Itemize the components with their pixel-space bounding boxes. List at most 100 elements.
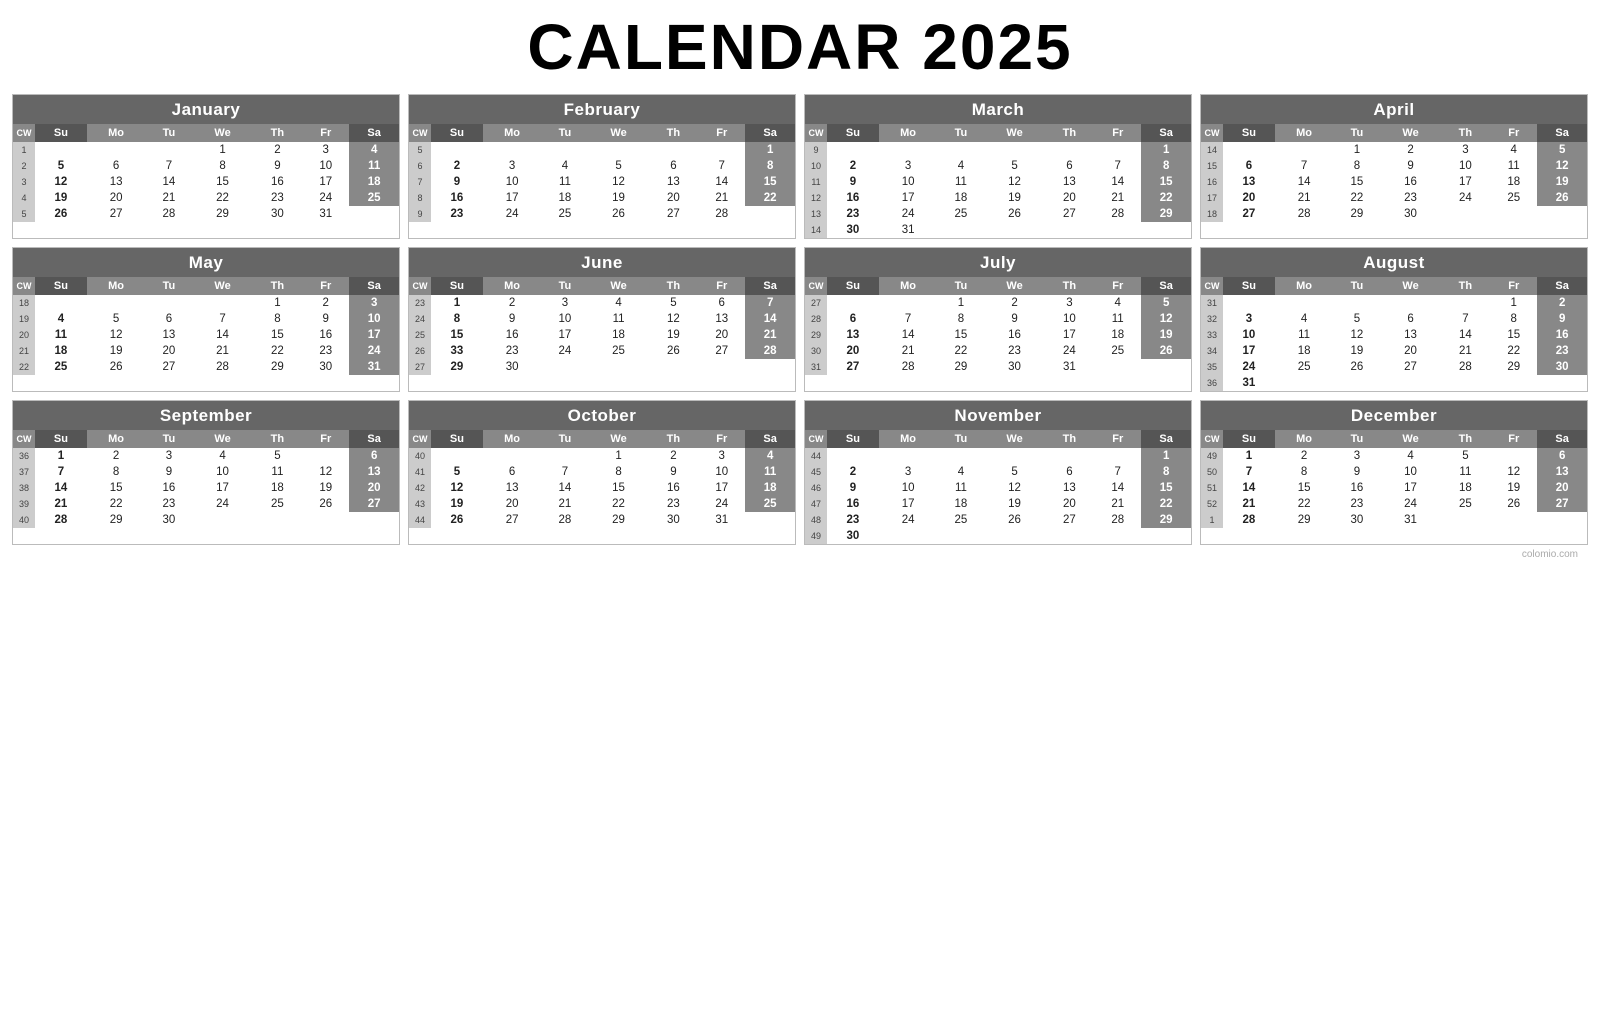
day-cell xyxy=(745,206,795,222)
day-cell: 23 xyxy=(1333,496,1380,512)
day-cell: 25 xyxy=(35,359,87,375)
day-cell: 30 xyxy=(1333,512,1380,528)
day-cell: 10 xyxy=(1441,158,1491,174)
day-cell: 20 xyxy=(145,343,192,359)
day-cell: 6 xyxy=(1045,158,1095,174)
month-title: April xyxy=(1201,95,1587,124)
day-cell: 19 xyxy=(87,343,146,359)
day-cell: 27 xyxy=(145,359,192,375)
day-cell: 21 xyxy=(541,496,588,512)
month-title: January xyxy=(13,95,399,124)
day-cell: 3 xyxy=(1223,311,1275,327)
cw-cell: 49 xyxy=(805,528,827,544)
day-cell xyxy=(1223,142,1275,158)
cw-cell: 18 xyxy=(1201,206,1223,222)
cw-cell: 6 xyxy=(409,158,431,174)
day-cell: 2 xyxy=(827,464,879,480)
day-cell: 1 xyxy=(1141,142,1191,158)
day-cell: 16 xyxy=(1381,174,1441,190)
day-cell: 19 xyxy=(1490,480,1537,496)
day-cell: 12 xyxy=(985,480,1045,496)
month-block-october: OctoberCWSuMoTuWeThFrSa40123441567891011… xyxy=(408,400,796,545)
day-cell: 7 xyxy=(1223,464,1275,480)
day-cell: 9 xyxy=(649,464,699,480)
cw-cell: 17 xyxy=(1201,190,1223,206)
day-cell: 2 xyxy=(1381,142,1441,158)
day-cell: 7 xyxy=(1094,158,1141,174)
day-cell: 4 xyxy=(745,448,795,464)
day-cell xyxy=(827,142,879,158)
day-cell: 13 xyxy=(1381,327,1441,343)
month-table: CWSuMoTuWeThFrSa271234528678910111229131… xyxy=(805,277,1191,375)
cw-cell: 18 xyxy=(13,295,35,311)
day-cell: 28 xyxy=(745,343,795,359)
cw-cell: 3 xyxy=(13,174,35,190)
day-cell: 18 xyxy=(745,480,795,496)
cw-cell: 21 xyxy=(13,343,35,359)
cw-cell: 50 xyxy=(1201,464,1223,480)
cw-cell: 4 xyxy=(13,190,35,206)
cw-cell: 7 xyxy=(409,174,431,190)
day-cell: 10 xyxy=(483,174,542,190)
day-cell: 14 xyxy=(745,311,795,327)
day-cell xyxy=(1141,222,1191,238)
day-cell: 13 xyxy=(145,327,192,343)
month-title: June xyxy=(409,248,795,277)
day-cell: 12 xyxy=(1333,327,1380,343)
month-table: CWSuMoTuWeThFrSa516234567879101112131415… xyxy=(409,124,795,222)
day-cell: 15 xyxy=(1490,327,1537,343)
month-block-may: MayCWSuMoTuWeThFrSa181231945678910201112… xyxy=(12,247,400,392)
day-cell: 13 xyxy=(1537,464,1587,480)
month-table: CWSuMoTuWeThFrSa181231945678910201112131… xyxy=(13,277,399,375)
day-cell xyxy=(827,448,879,464)
day-cell: 28 xyxy=(145,206,192,222)
day-cell: 4 xyxy=(937,158,984,174)
day-cell: 18 xyxy=(253,480,303,496)
day-cell xyxy=(1141,528,1191,544)
cw-cell: 45 xyxy=(805,464,827,480)
day-cell: 26 xyxy=(87,359,146,375)
day-cell: 28 xyxy=(35,512,87,528)
day-cell: 19 xyxy=(589,190,649,206)
day-cell: 12 xyxy=(649,311,699,327)
day-cell: 13 xyxy=(827,327,879,343)
day-cell: 29 xyxy=(193,206,253,222)
day-cell: 26 xyxy=(649,343,699,359)
cw-cell: 20 xyxy=(13,327,35,343)
cw-cell: 24 xyxy=(409,311,431,327)
day-cell: 24 xyxy=(879,206,938,222)
day-cell xyxy=(1441,295,1491,311)
day-cell: 28 xyxy=(879,359,938,375)
month-table: CWSuMoTuWeThFrSa441452345678469101112131… xyxy=(805,430,1191,544)
cw-cell: 19 xyxy=(13,311,35,327)
day-cell xyxy=(87,142,146,158)
day-cell: 27 xyxy=(1381,359,1441,375)
day-cell: 16 xyxy=(1333,480,1380,496)
day-cell: 3 xyxy=(145,448,192,464)
day-cell: 24 xyxy=(541,343,588,359)
cw-cell: 26 xyxy=(409,343,431,359)
day-cell: 8 xyxy=(193,158,253,174)
month-table: CWSuMoTuWeThFrSa491234565078910111213511… xyxy=(1201,430,1587,528)
day-cell: 31 xyxy=(349,359,399,375)
day-cell: 2 xyxy=(483,295,542,311)
day-cell: 27 xyxy=(483,512,542,528)
day-cell: 7 xyxy=(745,295,795,311)
month-table: CWSuMoTuWeThFrSa311232345678933101112131… xyxy=(1201,277,1587,391)
cw-cell: 44 xyxy=(409,512,431,528)
day-cell: 15 xyxy=(589,480,649,496)
day-cell: 31 xyxy=(302,206,349,222)
day-cell: 5 xyxy=(87,311,146,327)
cw-cell: 8 xyxy=(409,190,431,206)
day-cell: 15 xyxy=(937,327,984,343)
day-cell: 14 xyxy=(193,327,253,343)
day-cell: 29 xyxy=(87,512,146,528)
day-cell: 8 xyxy=(1275,464,1334,480)
day-cell: 18 xyxy=(589,327,649,343)
day-cell: 16 xyxy=(253,174,303,190)
day-cell: 17 xyxy=(698,480,745,496)
cw-cell: 30 xyxy=(805,343,827,359)
day-cell: 25 xyxy=(937,512,984,528)
day-cell: 22 xyxy=(745,190,795,206)
day-cell xyxy=(879,448,938,464)
